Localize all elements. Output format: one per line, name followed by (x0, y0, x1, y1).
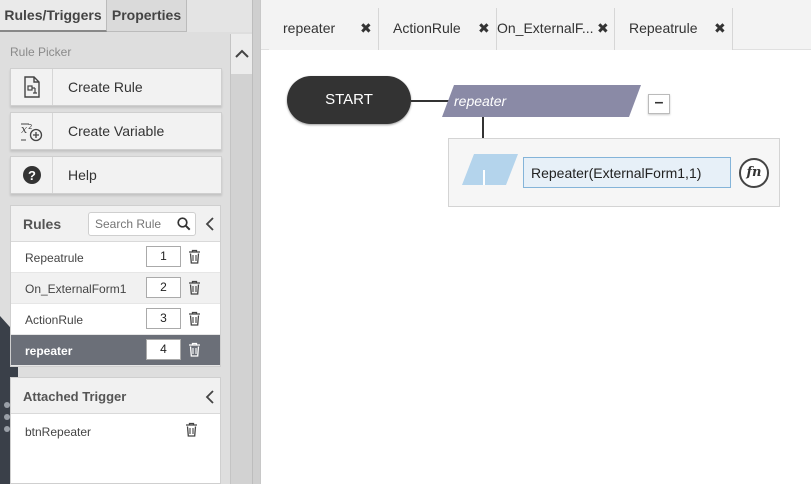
panel-splitter[interactable] (252, 0, 260, 484)
rules-header: Rules (11, 206, 220, 242)
collapse-button[interactable]: – (648, 94, 670, 114)
trigger-header: Attached Trigger (11, 378, 220, 414)
rule-row[interactable]: Repeatrule 1 (11, 242, 220, 273)
chevron-up-icon[interactable] (231, 34, 252, 74)
editor-tab-label: On_ExternalF... (497, 20, 594, 36)
rule-row[interactable]: On_ExternalForm1 2 (11, 273, 220, 304)
trash-icon[interactable] (188, 311, 201, 331)
close-icon[interactable]: ✖ (714, 20, 726, 37)
action-shape[interactable] (462, 154, 518, 185)
rule-order-input[interactable]: 1 (146, 246, 181, 267)
start-node: START (287, 76, 411, 124)
rule-row-selected[interactable]: repeater 4 (11, 335, 220, 366)
trash-icon[interactable] (188, 342, 201, 362)
create-rule-icon (11, 69, 53, 105)
tab-properties[interactable]: Properties (107, 0, 187, 32)
chevron-left-icon[interactable] (205, 390, 215, 409)
trash-icon[interactable] (188, 249, 201, 269)
rule-editor-canvas: repeater ✖ ActionRule ✖ On_ExternalF... … (260, 0, 811, 484)
editor-tab-label: repeater (283, 20, 336, 36)
editor-tab-on-externalform1[interactable]: On_ExternalF... ✖ (497, 8, 615, 50)
rule-search-input[interactable] (95, 216, 177, 232)
help-button[interactable]: ? Help (10, 156, 222, 194)
create-variable-label: Create Variable (68, 123, 165, 139)
rule-picker-title: Rule Picker (10, 45, 72, 59)
rule-order-input[interactable]: 2 (146, 277, 181, 298)
help-icon: ? (11, 157, 53, 193)
editor-tab-repeatrule[interactable]: Repeatrule ✖ (615, 8, 733, 50)
close-icon[interactable]: ✖ (478, 20, 490, 37)
left-panel: Rules/Triggers Properties Rule Picker Cr… (0, 0, 252, 484)
editor-tab-repeater[interactable]: repeater ✖ (269, 8, 379, 50)
create-variable-icon: x 2 (11, 113, 53, 149)
action-block: Repeater(ExternalForm1,1) fn (448, 138, 780, 207)
help-label: Help (68, 167, 97, 183)
editor-tab-label: ActionRule (393, 20, 461, 36)
attached-trigger-panel: Attached Trigger btnRepeater (10, 377, 221, 484)
chevron-left-icon[interactable] (205, 217, 215, 236)
rule-name: Repeatrule (25, 251, 84, 265)
trash-icon[interactable] (188, 280, 201, 300)
editor-tab-label: Repeatrule (629, 20, 698, 36)
rules-panel: Rules Repeatrule 1 On_ExternalForm1 2 (10, 205, 221, 367)
svg-text:?: ? (28, 168, 36, 183)
rule-name: repeater (25, 344, 73, 358)
editor-tab-actionrule[interactable]: ActionRule ✖ (379, 8, 497, 50)
rule-search-box[interactable] (88, 212, 196, 236)
trigger-item[interactable]: btnRepeater (25, 425, 91, 439)
search-icon[interactable] (177, 217, 191, 236)
trash-icon[interactable] (185, 422, 198, 442)
rules-title: Rules (23, 216, 62, 232)
create-variable-button[interactable]: x 2 Create Variable (10, 112, 222, 150)
create-rule-button[interactable]: Create Rule (10, 68, 222, 106)
trigger-title: Attached Trigger (23, 389, 127, 404)
create-rule-label: Create Rule (68, 79, 143, 95)
expression-input[interactable]: Repeater(ExternalForm1,1) (523, 157, 731, 188)
rule-row[interactable]: ActionRule 3 (11, 304, 220, 335)
editor-tab-bar: repeater ✖ ActionRule ✖ On_ExternalF... … (261, 0, 811, 50)
svg-text:x: x (21, 123, 28, 136)
close-icon[interactable]: ✖ (360, 20, 372, 37)
panel-tabs: Rules/Triggers Properties (0, 0, 252, 32)
rule-name: On_ExternalForm1 (25, 282, 127, 296)
expression-value: Repeater(ExternalForm1,1) (531, 165, 702, 181)
rule-name: ActionRule (25, 313, 84, 327)
close-icon[interactable]: ✖ (597, 20, 609, 37)
left-panel-scrollbar[interactable] (230, 34, 252, 484)
rule-order-input[interactable]: 3 (146, 308, 181, 329)
rule-order-input[interactable]: 4 (146, 339, 181, 360)
function-button[interactable]: fn (739, 158, 769, 188)
tab-rules-triggers[interactable]: Rules/Triggers (0, 0, 107, 32)
rule-node-label: repeater (454, 93, 507, 109)
